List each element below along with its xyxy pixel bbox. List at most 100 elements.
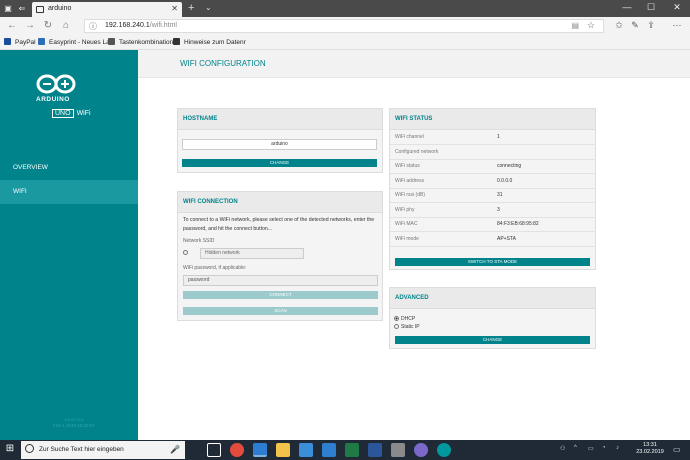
favorite-tastenkombination[interactable]: Tastenkombination f bbox=[108, 38, 177, 46]
task-view-icon[interactable] bbox=[207, 443, 221, 457]
status-key: WiFi channel bbox=[390, 130, 492, 145]
excel-icon[interactable] bbox=[345, 443, 359, 457]
microphone-icon[interactable]: 🎤 bbox=[170, 445, 180, 454]
tab-close-icon[interactable]: ✕ bbox=[171, 4, 178, 13]
advanced-change-button[interactable]: CHANGE bbox=[395, 336, 590, 344]
clock-date: 23.02.2019 bbox=[636, 449, 664, 455]
app-purple-icon[interactable] bbox=[414, 443, 428, 457]
radio-dot[interactable] bbox=[394, 324, 399, 329]
people-icon[interactable]: ⚇ bbox=[560, 445, 565, 452]
tab-overview-icon[interactable]: ▣ bbox=[2, 3, 14, 14]
store-icon[interactable] bbox=[299, 443, 313, 457]
status-key: WiFi MAC bbox=[390, 217, 492, 232]
status-key: Configured network bbox=[390, 144, 492, 160]
volume-icon[interactable]: ♪ bbox=[616, 445, 619, 451]
tray-chevron-icon[interactable]: ^ bbox=[574, 445, 577, 451]
dhcp-label: DHCP bbox=[401, 316, 416, 322]
url-field[interactable]: ⓘ 192.168.240.1/wifi.html ▤ ☆ bbox=[84, 19, 604, 33]
reading-view-icon[interactable]: ▤ bbox=[571, 21, 579, 30]
pen-icon[interactable]: ✎ bbox=[628, 20, 642, 31]
hostname-panel: HOSTNAME arduino CHANGE bbox=[177, 108, 383, 173]
word-icon[interactable] bbox=[368, 443, 382, 457]
edge-icon[interactable] bbox=[253, 443, 267, 457]
share-icon[interactable]: ⇪ bbox=[644, 20, 658, 31]
status-value bbox=[492, 144, 596, 160]
chrome-icon[interactable] bbox=[230, 443, 244, 457]
status-value: 1 bbox=[492, 130, 596, 145]
dhcp-radio[interactable]: DHCP bbox=[394, 316, 415, 322]
ssid-label: Network SSID bbox=[183, 238, 215, 244]
back-icon[interactable]: ← bbox=[6, 20, 18, 31]
easyprint-icon bbox=[38, 38, 45, 45]
password-input[interactable]: password bbox=[183, 275, 378, 286]
address-bar-row: ← → ↻ ⌂ ⓘ 192.168.240.1/wifi.html ▤ ☆ ✩ … bbox=[0, 17, 690, 35]
wifi-status-title: WIFI STATUS bbox=[390, 109, 595, 130]
page-favicon-icon bbox=[36, 6, 44, 13]
switch-sta-mode-button[interactable]: SWITCH TO STA MODE bbox=[395, 258, 590, 266]
paypal-icon bbox=[4, 38, 11, 45]
table-row: Configured network bbox=[390, 144, 596, 160]
close-window-icon[interactable]: ✕ bbox=[668, 2, 686, 13]
hidden-network-placeholder: Hidden network bbox=[205, 250, 240, 256]
search-icon bbox=[25, 444, 34, 453]
scan-button[interactable]: SCAN bbox=[183, 307, 378, 315]
radio-dot-checked[interactable] bbox=[394, 316, 399, 321]
notification-icon[interactable]: ▭ bbox=[673, 445, 681, 454]
file-explorer-icon[interactable] bbox=[276, 443, 290, 457]
hostname-input[interactable]: arduino bbox=[182, 139, 377, 150]
home-icon[interactable]: ⌂ bbox=[60, 20, 72, 31]
refresh-icon[interactable]: ↻ bbox=[42, 20, 54, 31]
status-value: 0.0.0.0 bbox=[492, 173, 596, 189]
favorite-easyprint[interactable]: Easyprint - Neues Lal bbox=[38, 38, 111, 46]
hostname-change-button[interactable]: CHANGE bbox=[182, 159, 377, 167]
nav-wifi[interactable]: WIFI bbox=[0, 180, 138, 204]
tab-list-chevron-icon[interactable]: ⌄ bbox=[205, 3, 212, 12]
connect-button[interactable]: CONNECT bbox=[183, 291, 378, 299]
hostname-panel-title: HOSTNAME bbox=[178, 109, 382, 130]
page-title: WIFI CONFIGURATION bbox=[180, 59, 266, 68]
taskbar: ⊞ Zur Suche Text hier eingeben 🎤 ⚇ ^ ▭ ◔… bbox=[0, 440, 690, 460]
status-key: WiFi rssi (dB) bbox=[390, 188, 492, 203]
status-value: 3 bbox=[492, 202, 596, 218]
windows-start-icon[interactable]: ⊞ bbox=[3, 443, 17, 457]
minimize-icon[interactable]: — bbox=[618, 2, 636, 12]
app-blue-icon[interactable] bbox=[322, 443, 336, 457]
app-gray-icon[interactable] bbox=[391, 443, 405, 457]
hidden-network-radio[interactable] bbox=[183, 250, 190, 256]
arduino-logo-icon bbox=[36, 74, 76, 94]
status-value: connecting bbox=[492, 159, 596, 174]
more-icon[interactable]: ⋯ bbox=[670, 20, 684, 31]
hidden-network-input[interactable]: Hidden network bbox=[200, 248, 304, 259]
favorite-paypal[interactable]: PayPal bbox=[4, 38, 36, 46]
favorites-icon[interactable]: ✩ bbox=[612, 20, 626, 31]
arduino-ide-icon[interactable] bbox=[437, 443, 451, 457]
wifi-intro-text: To connect to a WiFi network, please sel… bbox=[183, 217, 375, 232]
taskbar-clock[interactable]: 13:31 23.02.2019 bbox=[633, 442, 667, 456]
browser-tab[interactable]: arduino ✕ bbox=[32, 2, 182, 17]
favorite-star-icon[interactable]: ☆ bbox=[587, 20, 595, 31]
password-placeholder: password bbox=[188, 277, 210, 283]
wifi-status-table: WiFi channel 1 Configured network WiFi st… bbox=[390, 130, 596, 247]
brand-name: ARDUINO bbox=[36, 96, 70, 103]
network-icon[interactable]: ◔ bbox=[602, 445, 606, 451]
taskbar-search[interactable]: Zur Suche Text hier eingeben 🎤 bbox=[21, 441, 185, 459]
back-tabs-icon[interactable]: ⇐ bbox=[16, 3, 28, 14]
password-label: WiFi password, if applicable: bbox=[183, 265, 247, 271]
uno-badge: UNO bbox=[52, 109, 74, 118]
static-ip-radio[interactable]: Static IP bbox=[394, 324, 420, 330]
maximize-icon[interactable]: ☐ bbox=[642, 2, 660, 13]
page-header: WIFI CONFIGURATION bbox=[138, 50, 690, 78]
status-value: 84:F3:EB:68:95:82 bbox=[492, 217, 596, 232]
favorite-hinweise[interactable]: Hinweise zum Datenr bbox=[173, 38, 246, 46]
search-placeholder: Zur Suche Text hier eingeben bbox=[39, 446, 124, 453]
radio-dot[interactable] bbox=[183, 250, 188, 255]
site-info-icon[interactable]: ⓘ bbox=[89, 21, 97, 32]
new-tab-icon[interactable]: + bbox=[188, 2, 194, 14]
board-suffix: WiFi bbox=[76, 110, 91, 117]
battery-icon[interactable]: ▭ bbox=[588, 445, 594, 452]
forward-icon[interactable]: → bbox=[24, 20, 36, 31]
tab-title: arduino bbox=[48, 5, 72, 12]
nav-overview[interactable]: OVERVIEW bbox=[0, 156, 138, 180]
url-text[interactable]: 192.168.240.1/wifi.html bbox=[105, 22, 177, 29]
status-key: WiFi phy bbox=[390, 202, 492, 218]
